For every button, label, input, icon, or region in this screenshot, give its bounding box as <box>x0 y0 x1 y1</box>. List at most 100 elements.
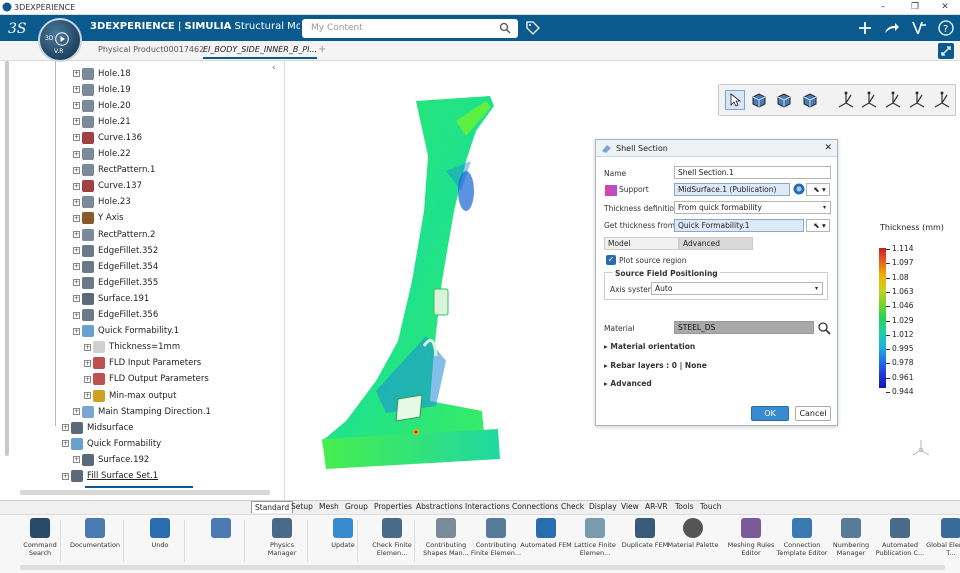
action-tab[interactable]: Group <box>342 501 371 513</box>
tree-node[interactable]: + EdgeFillet.352 <box>73 243 158 258</box>
move-icon[interactable] <box>800 90 820 110</box>
ribbon-button[interactable]: Numbering Manager <box>824 518 878 557</box>
dialog-close-icon[interactable]: ✕ <box>824 140 832 157</box>
action-tab[interactable]: View <box>618 501 642 513</box>
expand-icon[interactable]: + <box>73 118 80 126</box>
tab-advanced[interactable]: Advanced <box>679 237 753 250</box>
expand-icon[interactable]: + <box>73 86 80 94</box>
tree-node[interactable]: + FLD Output Parameters <box>84 372 209 387</box>
axis-y-icon[interactable] <box>883 90 903 110</box>
rebar-layers-expander[interactable]: ▸ Rebar layers : 0 | None <box>604 361 707 370</box>
tree-collapse-handle[interactable]: ‹ <box>272 63 276 73</box>
help-icon[interactable]: ? <box>938 20 954 36</box>
tree-node[interactable]: + FLD Input Parameters <box>84 356 201 371</box>
expand-icon[interactable]: + <box>73 70 80 77</box>
expand-icon[interactable]: + <box>84 375 91 383</box>
expand-icon[interactable]: + <box>84 359 91 367</box>
tree-node[interactable]: + RectPattern.1 <box>73 163 155 178</box>
action-tab[interactable]: Touch <box>697 501 725 513</box>
advanced-expander[interactable]: ▸ Advanced <box>604 379 652 388</box>
ribbon-button[interactable] <box>194 518 248 541</box>
material-field[interactable]: STEEL_DS <box>674 321 814 334</box>
new-tab-icon[interactable]: + <box>318 44 326 55</box>
tree-h-scrollbar[interactable] <box>20 490 270 495</box>
axis-system-select[interactable]: Auto ▾ <box>651 282 823 295</box>
tree-node[interactable]: + Hole.18 <box>73 66 131 81</box>
tab-physical-product[interactable]: Physical Product00017462 <box>98 45 204 54</box>
tree-node[interactable]: + EdgeFillet.356 <box>73 308 158 323</box>
expand-icon[interactable]: + <box>73 102 80 110</box>
expand-icon[interactable]: + <box>84 392 91 399</box>
ribbon-button[interactable]: Update <box>316 518 370 549</box>
ribbon-button[interactable]: Check Finite Elemen... <box>365 518 419 557</box>
expand-icon[interactable]: + <box>73 198 80 206</box>
tree-node[interactable]: + Hole.21 <box>73 114 131 129</box>
ribbon-button[interactable]: Meshing Rules Editor <box>724 518 778 557</box>
expand-icon[interactable]: + <box>73 134 80 142</box>
tree-node[interactable]: + Min-max output <box>84 388 176 403</box>
box-3d-icon[interactable] <box>749 90 769 110</box>
tree-node[interactable]: + Hole.23 <box>73 195 131 210</box>
tag-icon[interactable] <box>525 20 541 36</box>
tree-node[interactable]: + Hole.20 <box>73 98 131 113</box>
expand-icon[interactable]: + <box>62 472 69 480</box>
action-tab[interactable]: Standard <box>251 501 294 513</box>
tree-node[interactable]: + Y Axis <box>73 211 124 226</box>
expand-icon[interactable] <box>938 43 954 59</box>
expand-icon[interactable]: + <box>73 263 80 271</box>
expand-icon[interactable]: + <box>73 150 80 158</box>
name-field[interactable]: Shell Section.1 <box>674 166 831 179</box>
expand-icon[interactable]: + <box>73 408 80 416</box>
ribbon-button[interactable]: Undo <box>133 518 187 549</box>
ribbon-button[interactable]: Command Search <box>13 518 67 557</box>
tree-node[interactable]: + Quick Formability.1 <box>73 324 179 339</box>
ribbon-scrollbar[interactable] <box>20 565 945 570</box>
axis-multi-icon[interactable] <box>907 90 927 110</box>
action-tab[interactable]: Mesh <box>316 501 342 513</box>
tree-node[interactable]: + Surface.192 <box>73 452 149 467</box>
tree-node[interactable]: + EdgeFillet.355 <box>73 275 158 290</box>
axis-xyz-icon[interactable] <box>836 90 856 110</box>
minimize-icon[interactable]: – <box>868 0 898 15</box>
tree-node[interactable]: + Quick Formability <box>62 436 161 451</box>
select-icon[interactable] <box>725 90 745 110</box>
tree-node[interactable]: + Midsurface <box>62 420 134 435</box>
action-tab[interactable]: Setup <box>288 501 316 513</box>
collaboration-icon[interactable] <box>911 20 927 36</box>
action-tab[interactable]: Tools <box>672 501 696 513</box>
tab-body-side-inner[interactable]: EI_BODY_SIDE_INNER_B_PI... <box>203 45 318 59</box>
tree-node[interactable]: + Hole.22 <box>73 147 131 162</box>
maximize-icon[interactable]: ❐ <box>900 0 930 15</box>
share-icon[interactable] <box>883 21 899 35</box>
expand-icon[interactable]: + <box>73 311 80 319</box>
expand-icon[interactable]: + <box>84 343 91 351</box>
tree-node[interactable]: + Curve.136 <box>73 130 142 145</box>
tree-node[interactable]: + Hole.19 <box>73 82 131 97</box>
tree-node[interactable]: + EdgeFillet.354 <box>73 259 158 274</box>
expand-icon[interactable]: + <box>73 182 80 190</box>
tree-scrollbar[interactable] <box>5 61 9 456</box>
expand-icon[interactable]: + <box>62 424 69 432</box>
ribbon-button[interactable]: Material Palette <box>666 518 720 549</box>
expand-icon[interactable]: + <box>73 279 80 287</box>
support-publication-icon[interactable] <box>793 183 805 195</box>
cancel-button[interactable]: Cancel <box>795 406 831 421</box>
box-view-icon[interactable] <box>774 90 794 110</box>
axis-xy-icon[interactable] <box>859 90 879 110</box>
ribbon-button[interactable]: Contributing Shapes Man... <box>419 518 473 557</box>
ribbon-button[interactable]: Global Element T... <box>924 518 960 557</box>
expand-icon[interactable]: + <box>73 231 80 238</box>
ribbon-button[interactable]: Automated FEM <box>519 518 573 549</box>
expand-icon[interactable]: + <box>73 247 80 255</box>
tree-node[interactable]: + Curve.137 <box>73 179 142 194</box>
tree-node[interactable]: + Surface.191 <box>73 291 149 306</box>
ribbon-button[interactable]: Duplicate FEM <box>618 518 672 549</box>
thickness-from-field[interactable]: Quick Formability.1 <box>674 219 804 232</box>
action-tab[interactable]: Display <box>586 501 620 513</box>
tree-node[interactable]: + Thickness=1mm <box>84 340 180 355</box>
action-tab[interactable]: Connections <box>509 501 561 513</box>
support-field[interactable]: MidSurface.1 (Publication) <box>674 183 790 196</box>
ribbon-button[interactable]: Automated Publication C... <box>873 518 927 557</box>
action-tab[interactable]: Properties <box>371 501 415 513</box>
thickness-from-select-dropdown[interactable]: ⬉ ▾ <box>806 219 830 232</box>
